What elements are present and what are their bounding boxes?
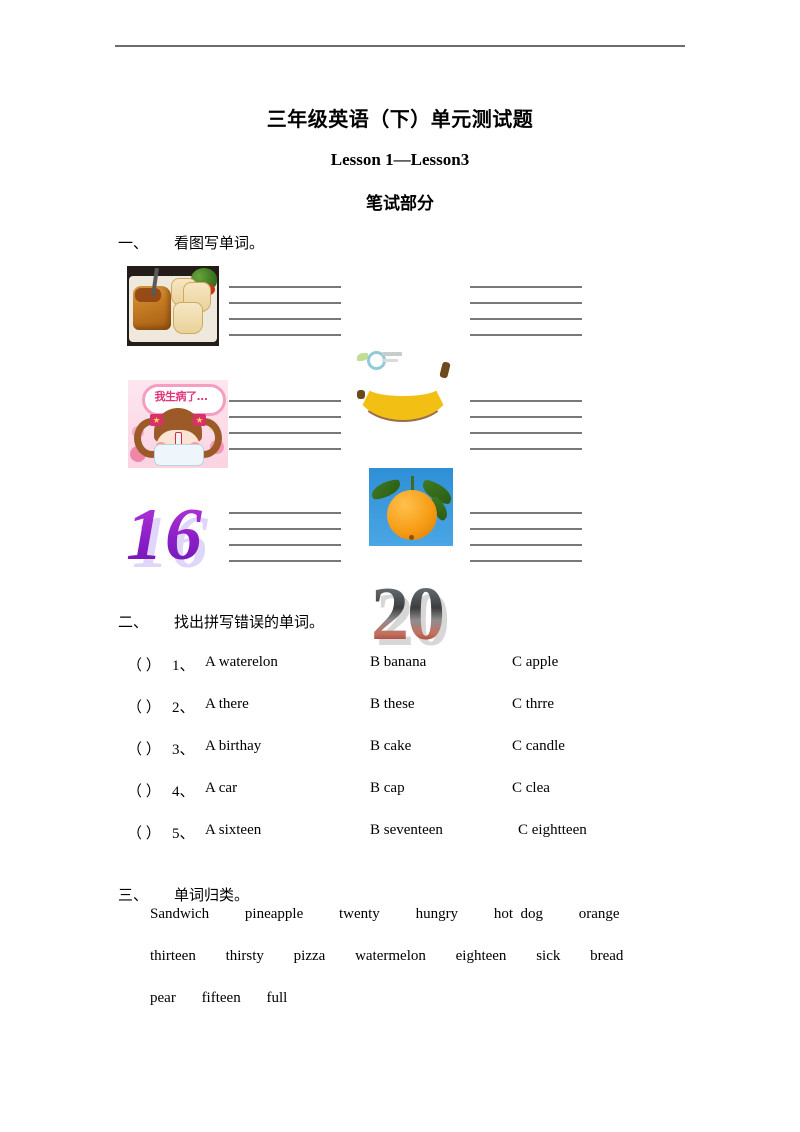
exam-page: 三年级英语（下）单元测试题 Lesson 1—Lesson3 笔试部分 一、 看图…: [0, 0, 800, 1132]
answer-parenthesis[interactable]: （ ）: [127, 696, 161, 717]
section-3-heading: 三、 单词归类。: [118, 884, 249, 905]
word-bank-line: thirteen thirsty pizza watermelon eighte…: [150, 948, 623, 965]
section-2-number: 二、: [118, 615, 149, 631]
section-2-label: 找出拼写错误的单词。: [174, 615, 325, 631]
word-bank-item[interactable]: thirsty: [226, 948, 264, 965]
section-3-label: 单词归类。: [174, 888, 250, 904]
number-16-text: 16: [126, 494, 204, 576]
header-divider: [115, 45, 685, 47]
option-c[interactable]: C candle: [512, 738, 565, 755]
answer-lines[interactable]: [470, 512, 582, 576]
word-bank-item[interactable]: twenty: [339, 906, 380, 923]
number-20-wordart: 20 20: [369, 572, 465, 658]
question-number: 4、: [172, 784, 195, 800]
question-number: 2、: [172, 700, 195, 716]
word-bank-line: pear fifteen full: [150, 990, 287, 1007]
question-number: 5、: [172, 826, 195, 842]
option-b[interactable]: B cake: [370, 738, 411, 755]
word-bank-item[interactable]: sick: [536, 948, 560, 965]
banana-photo: [349, 346, 457, 434]
word-bank-item[interactable]: full: [266, 990, 287, 1007]
word-bank-item[interactable]: fifteen: [202, 990, 241, 1007]
question-number: 1、: [172, 658, 195, 674]
number-16-wordart: 16 16: [122, 494, 226, 580]
word-bank-item[interactable]: orange: [579, 906, 620, 923]
answer-lines[interactable]: [229, 286, 341, 350]
section-2-heading: 二、 找出拼写错误的单词。: [118, 611, 324, 632]
answer-parenthesis[interactable]: （ ）: [127, 738, 161, 759]
answer-parenthesis[interactable]: （ ）: [127, 780, 161, 801]
picture-word-row: 16 16 20 20: [0, 496, 582, 658]
word-bank-item[interactable]: pizza: [294, 948, 326, 965]
option-b[interactable]: B these: [370, 696, 415, 713]
site-watermark-icon: [357, 350, 403, 370]
orange-photo: [369, 468, 453, 546]
option-b[interactable]: B cap: [370, 780, 405, 797]
word-bank-item[interactable]: Sandwich: [150, 906, 209, 923]
section-3-number: 三、: [118, 888, 149, 904]
word-bank-line: Sandwich pineapple twenty hungry hot dog…: [150, 906, 620, 923]
number-20-text: 20: [371, 572, 445, 656]
word-bank-item[interactable]: pineapple: [245, 906, 303, 923]
section-1-label: 看图写单词。: [174, 236, 265, 252]
option-b[interactable]: B seventeen: [370, 822, 443, 839]
section-1-heading: 一、 看图写单词。: [118, 232, 264, 253]
option-a[interactable]: A sixteen: [205, 822, 261, 839]
option-c[interactable]: C eightteen: [518, 822, 587, 839]
word-bank-item[interactable]: eighteen: [456, 948, 507, 965]
bread-photo: [127, 266, 219, 346]
word-bank-item[interactable]: hungry: [416, 906, 459, 923]
option-c[interactable]: C thrre: [512, 696, 554, 713]
answer-lines[interactable]: [470, 286, 582, 350]
sick-girl-cartoon: 我生病了...: [128, 380, 228, 468]
option-c[interactable]: C clea: [512, 780, 550, 797]
speech-bubble-text: 我生病了...: [154, 390, 208, 403]
section-1-number: 一、: [118, 236, 149, 252]
option-a[interactable]: A there: [205, 696, 249, 713]
word-bank-item[interactable]: hot dog: [494, 906, 543, 923]
answer-parenthesis[interactable]: （ ）: [127, 654, 161, 675]
answer-parenthesis[interactable]: （ ）: [127, 822, 161, 843]
question-number: 3、: [172, 742, 195, 758]
option-a[interactable]: A car: [205, 780, 237, 797]
answer-lines[interactable]: [229, 512, 341, 576]
section-part-title: 笔试部分: [366, 194, 434, 213]
option-c[interactable]: C apple: [512, 654, 558, 671]
answer-lines[interactable]: [470, 400, 582, 464]
option-a[interactable]: A birthay: [205, 738, 261, 755]
word-bank-item[interactable]: thirteen: [150, 948, 196, 965]
word-bank-item[interactable]: bread: [590, 948, 623, 965]
lesson-range-subtitle: Lesson 1—Lesson3: [330, 150, 470, 169]
page-title: 三年级英语（下）单元测试题: [266, 109, 534, 131]
word-bank-item[interactable]: pear: [150, 990, 176, 1007]
option-a[interactable]: A waterelon: [205, 654, 278, 671]
word-bank-item[interactable]: watermelon: [355, 948, 426, 965]
option-b[interactable]: B banana: [370, 654, 426, 671]
answer-lines[interactable]: [229, 400, 341, 464]
